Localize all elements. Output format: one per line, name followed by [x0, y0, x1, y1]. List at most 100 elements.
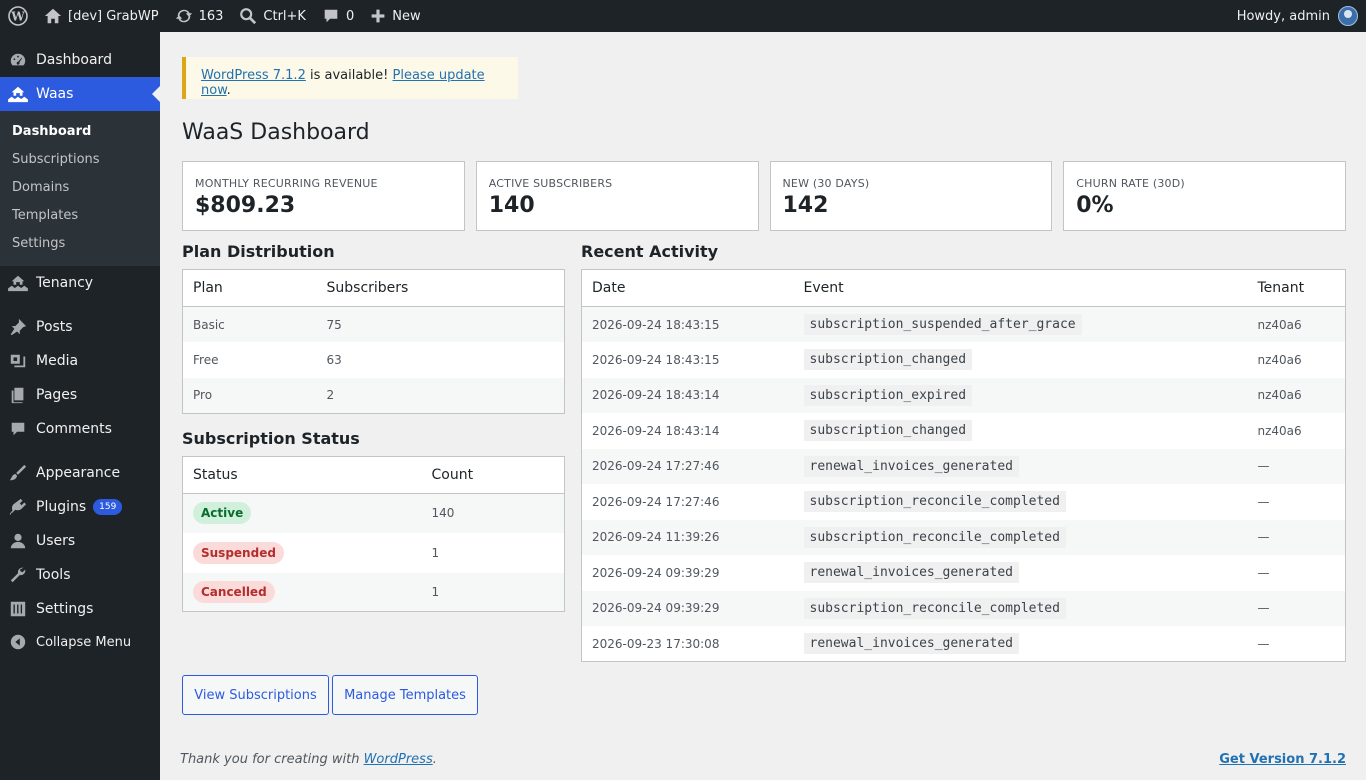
plus-icon — [371, 9, 385, 23]
paintbrush-icon — [8, 463, 28, 483]
plugins-update-badge: 159 — [93, 499, 123, 515]
dashboard-icon — [8, 50, 28, 70]
table-row: 2026-09-24 11:39:26 subscription_reconcil… — [581, 519, 1346, 555]
search-icon — [240, 8, 257, 25]
menu-appearance-label: Appearance — [36, 465, 121, 481]
get-version-link[interactable]: Get Version 7.1.2 — [1219, 752, 1346, 767]
plugin-icon — [8, 497, 28, 517]
stat-value: 0% — [1076, 193, 1114, 218]
activity-event: subscription_reconcile_completed — [803, 597, 1066, 619]
menu-settings[interactable]: Settings — [0, 592, 160, 626]
avatar — [1338, 6, 1358, 26]
status-badge: Cancelled — [193, 580, 275, 603]
menu-tenancy[interactable]: Tenancy — [0, 266, 160, 300]
table-row: Free 63 — [183, 342, 565, 378]
stats-row: MONTHLY RECURRING REVENUE $809.23 ACTIVE… — [182, 161, 1346, 231]
submenu-domains[interactable]: Domains — [0, 174, 160, 202]
table-row: 2026-09-24 18:43:14 subscription_changed n… — [582, 413, 1346, 449]
collapse-menu-label: Collapse Menu — [36, 634, 132, 650]
manage-templates-button[interactable]: Manage Templates — [332, 675, 478, 715]
menu-tools[interactable]: Tools — [0, 558, 160, 592]
collapse-icon — [8, 632, 28, 652]
new-content-link[interactable]: New — [362, 0, 428, 32]
command-palette-link[interactable]: Ctrl+K — [231, 0, 314, 32]
waas-submenu: Dashboard Subscriptions Domains Template… — [0, 111, 160, 266]
activity-tenant: nz40a6 — [1257, 423, 1302, 438]
table-row: 2026-09-24 17:27:46 subscription_reconcil… — [582, 484, 1346, 520]
plan-distribution-table: Plan Subscribers Basic 75 Free 63 Pro 2 — [182, 269, 565, 414]
activity-event-cell: subscription_changed — [794, 342, 1248, 378]
column-header-count: Count — [421, 456, 565, 494]
view-subscriptions-button[interactable]: View Subscriptions — [182, 675, 329, 715]
pages-icon — [8, 385, 28, 405]
search-shortcut: Ctrl+K — [263, 8, 306, 24]
footer-thanks-suffix: . — [432, 752, 437, 767]
activity-event-cell: subscription_suspended_after_grace — [793, 306, 1248, 342]
comments-link[interactable]: 0 — [314, 0, 362, 32]
stat-value: 140 — [488, 193, 535, 218]
submenu-dashboard[interactable]: Dashboard — [0, 118, 160, 146]
table-header-row: Status Count — [182, 456, 565, 494]
column-header-date: Date — [581, 269, 794, 307]
activity-date: 2026-09-24 17:27:46 — [592, 494, 720, 509]
menu-pages[interactable]: Pages — [0, 378, 160, 412]
menu-waas-label: Waas — [36, 86, 74, 102]
status-badge: Suspended — [193, 541, 284, 564]
menu-pages-label: Pages — [36, 387, 78, 403]
menu-posts[interactable]: Posts — [0, 310, 160, 344]
activity-event-cell: subscription_expired — [793, 377, 1248, 413]
plan-subscribers: 63 — [326, 352, 342, 367]
updates-link[interactable]: 163 — [167, 0, 232, 32]
plan-name: Free — [193, 352, 219, 367]
stat-card-new-30-days: NEW (30 DAYS) 142 — [769, 161, 1053, 231]
activity-event-cell: renewal_invoices_generated — [794, 555, 1248, 591]
activity-tenant: — — [1247, 519, 1346, 555]
activity-tenant: — — [1247, 448, 1346, 484]
stat-value: 142 — [782, 193, 829, 218]
activity-event-cell: subscription_reconcile_completed — [793, 590, 1248, 626]
activity-event: subscription_suspended_after_grace — [803, 314, 1082, 335]
activity-tenant: nz40a6 — [1257, 352, 1302, 367]
activity-date: 2026-09-24 17:27:46 — [581, 448, 794, 484]
my-account-link[interactable]: Howdy, admin — [1229, 0, 1366, 32]
menu-posts-label: Posts — [36, 319, 73, 335]
menu-dashboard-label: Dashboard — [36, 52, 112, 68]
table-row: 2026-09-24 18:43:15 subscription_suspende… — [581, 306, 1346, 342]
footer-thanks-prefix: Thank you for creating with — [180, 752, 364, 767]
activity-event-cell: subscription_changed — [794, 413, 1248, 449]
submenu-settings[interactable]: Settings — [0, 230, 160, 258]
submenu-templates[interactable]: Templates — [0, 202, 160, 230]
activity-date: 2026-09-24 18:43:14 — [581, 377, 794, 413]
stat-label: ACTIVE SUBSCRIBERS — [488, 177, 613, 190]
howdy-label: Howdy, admin — [1236, 8, 1330, 24]
menu-waas[interactable]: Waas — [0, 77, 160, 111]
comment-icon — [8, 419, 28, 439]
wrench-icon — [8, 565, 28, 585]
menu-users[interactable]: Users — [0, 524, 160, 558]
activity-event: renewal_invoices_generated — [803, 633, 1019, 654]
menu-plugins[interactable]: Plugins 159 — [0, 490, 160, 524]
wordpress-version-link[interactable]: WordPress 7.1.2 — [201, 68, 306, 83]
menu-media[interactable]: Media — [0, 344, 160, 378]
table-row: 2026-09-24 09:39:29 renewal_invoices_gene… — [582, 555, 1346, 591]
sliders-icon — [8, 599, 28, 619]
menu-tenancy-label: Tenancy — [36, 275, 94, 291]
footer-wordpress-link[interactable]: WordPress — [364, 752, 433, 767]
table-row: Basic 75 — [182, 306, 565, 342]
table-row: Suspended 1 — [183, 533, 565, 573]
submenu-subscriptions[interactable]: Subscriptions — [0, 146, 160, 174]
activity-event: subscription_reconcile_completed — [803, 491, 1066, 513]
site-name-link[interactable]: [dev] GrabWP — [36, 0, 167, 32]
updates-icon — [175, 9, 192, 23]
plan-subscribers: 2 — [316, 377, 565, 413]
table-header-row: Date Event Tenant — [581, 269, 1346, 307]
collapse-menu-button[interactable]: Collapse Menu — [0, 626, 160, 658]
menu-comments[interactable]: Comments — [0, 412, 160, 446]
menu-dashboard[interactable]: Dashboard — [0, 43, 160, 77]
network-icon — [8, 84, 28, 104]
activity-date: 2026-09-24 09:39:29 — [581, 590, 794, 626]
menu-comments-label: Comments — [36, 421, 112, 437]
page-title: WaaS Dashboard — [182, 120, 370, 145]
menu-appearance[interactable]: Appearance — [0, 456, 160, 490]
wordpress-logo-icon[interactable]: W — [0, 0, 36, 32]
